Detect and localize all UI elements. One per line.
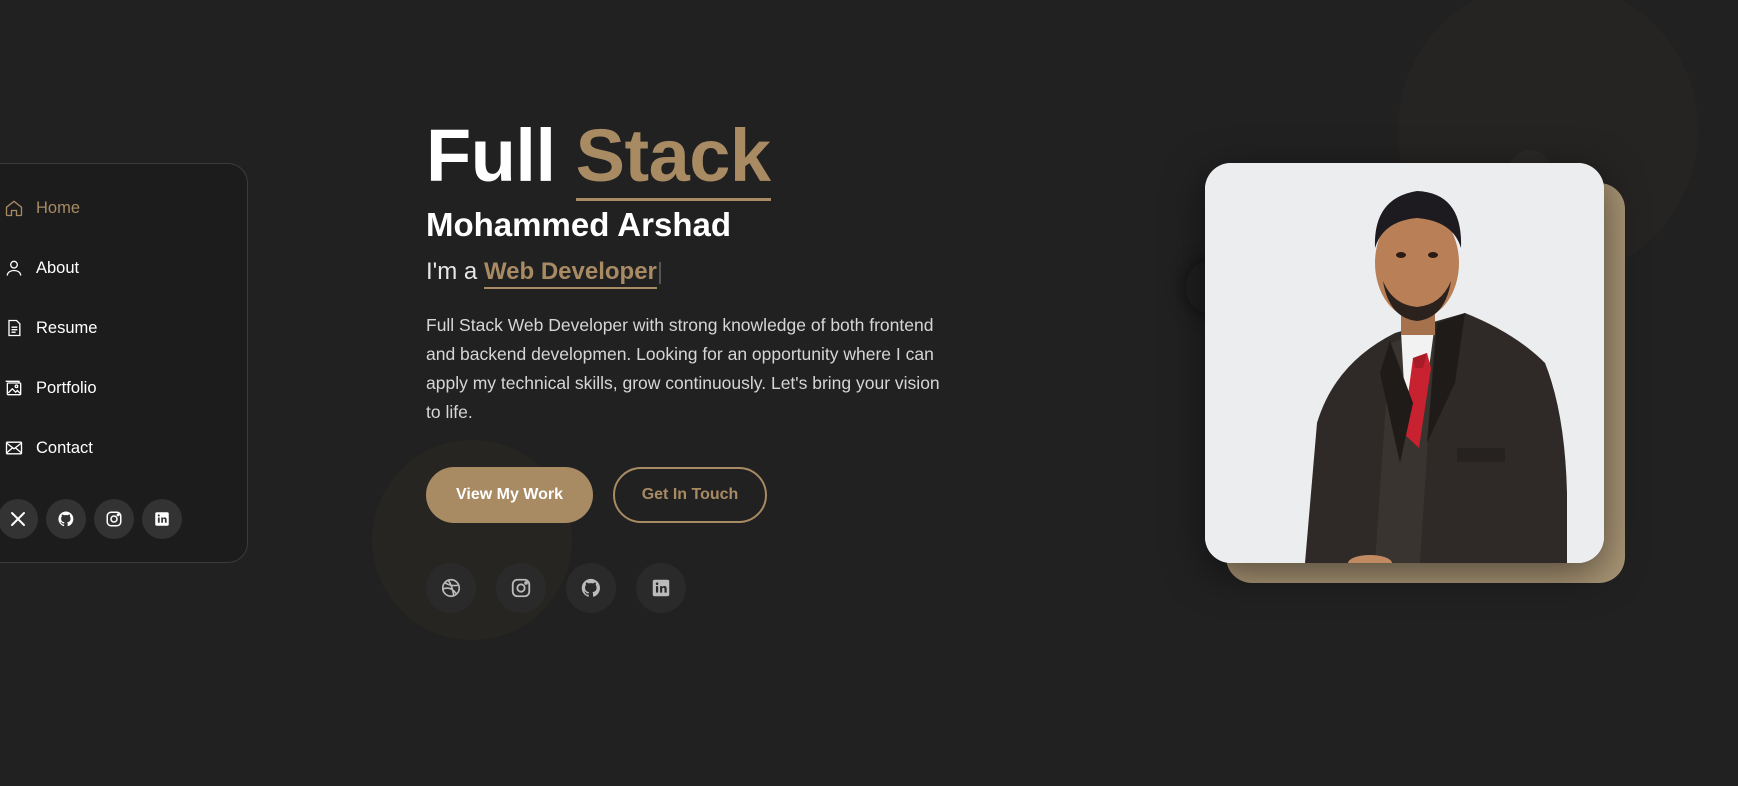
github-icon (58, 511, 74, 527)
instagram-link[interactable] (94, 499, 134, 539)
github-icon (581, 578, 600, 597)
portrait-illustration (1205, 163, 1604, 563)
profile-photo (1205, 163, 1604, 563)
sidebar-item-label: Portfolio (36, 378, 97, 397)
github-link[interactable] (566, 563, 616, 613)
linkedin-link[interactable] (142, 499, 182, 539)
sidebar-nav: Home About Resume Portfolio Contact (0, 163, 248, 563)
hero-name: Mohammed Arshad (426, 206, 731, 243)
linkedin-icon (652, 579, 670, 597)
sidebar-item-label: Resume (36, 318, 98, 337)
sidebar-item-label: About (36, 258, 80, 277)
instagram-icon (106, 511, 122, 527)
envelope-icon (5, 441, 23, 455)
linkedin-icon (155, 512, 169, 526)
hero-description: Full Stack Web Developer with strong kno… (426, 315, 940, 422)
hero-title-plain: Full (426, 114, 556, 197)
sidebar-social-links (0, 499, 182, 539)
hero-title: Full Stack (426, 110, 771, 202)
document-icon (8, 319, 21, 337)
sidebar-item-about[interactable]: About (4, 254, 79, 282)
image-icon (5, 380, 22, 396)
instagram-link[interactable] (496, 563, 546, 613)
home-icon (5, 200, 23, 217)
typing-cursor (658, 261, 661, 284)
sidebar-item-resume[interactable]: Resume (4, 314, 97, 342)
linkedin-link[interactable] (636, 563, 686, 613)
role-prefix: I'm a (426, 258, 478, 285)
sidebar-item-home[interactable]: Home (4, 194, 80, 222)
hero-role: I'm a Web Developer (426, 258, 661, 289)
get-in-touch-button[interactable]: Get In Touch (613, 467, 767, 523)
sidebar-item-label: Contact (36, 438, 93, 457)
dribbble-icon (441, 578, 461, 598)
dribbble-link[interactable] (426, 563, 476, 613)
hero-social-links (426, 563, 686, 613)
instagram-icon (511, 578, 531, 598)
x-icon (11, 512, 25, 526)
role-typed: Web Developer (483, 258, 657, 289)
hero-title-accent: Stack (575, 114, 771, 201)
user-icon (6, 260, 22, 276)
github-link[interactable] (46, 499, 86, 539)
sidebar-item-portfolio[interactable]: Portfolio (4, 374, 97, 402)
view-my-work-button[interactable]: View My Work (426, 467, 593, 523)
sidebar-item-contact[interactable]: Contact (4, 434, 93, 462)
x-link[interactable] (0, 499, 38, 539)
sidebar-item-label: Home (36, 198, 81, 217)
